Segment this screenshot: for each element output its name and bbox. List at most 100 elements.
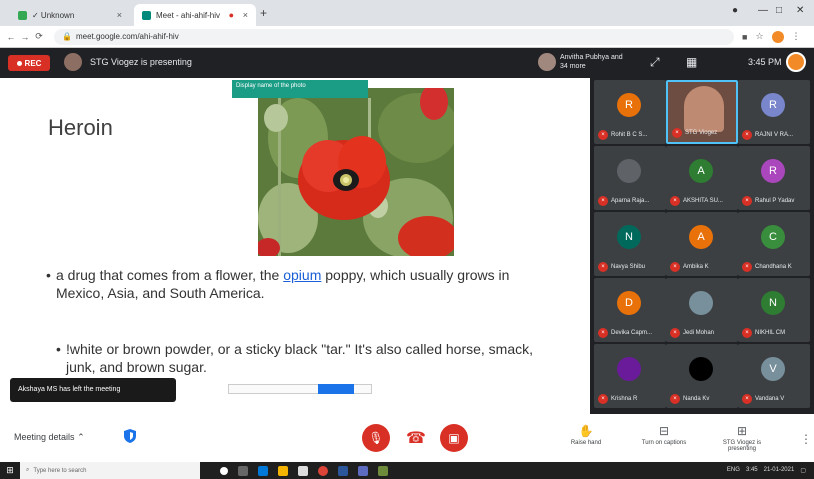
profile-dot-icon[interactable]: ● [732,5,738,16]
forward-icon[interactable]: → [18,32,32,42]
participant-video [684,86,724,132]
close-icon[interactable]: × [243,10,248,20]
participant-avatar [689,291,713,315]
participant-name-row: × NIKHIL CM [742,328,808,338]
participant-tile[interactable]: × Jedi Mohan [666,278,738,342]
mic-muted-icon: × [670,196,680,206]
caption-widget-button [318,384,354,394]
raise-hand-button[interactable]: ✋ Raise hand [556,424,616,446]
store-icon[interactable] [298,465,308,476]
windows-taskbar: ⊞ ⌕ Type here to search ENG 3:45 21-01-2… [0,462,814,479]
participant-name-row: × Ambika K [670,262,736,272]
participant-avatar [617,357,641,381]
participant-name-row: × Krishna R [598,394,664,404]
participant-tile[interactable]: A × Ambika K [666,212,738,276]
mic-muted-icon: × [672,128,682,138]
mic-muted-icon: × [742,130,752,140]
tab-favicon-icon [18,10,27,20]
system-tray: ENG 3:45 21-01-2021 ▢ [726,467,806,474]
presenting-button[interactable]: ⊞ STG Viogez is presenting [712,424,772,452]
participant-name: STG Viogez [685,130,718,136]
window-close-icon[interactable]: ✕ [796,5,804,16]
layout-icon[interactable]: ⤢ [650,55,660,70]
participant-tile[interactable]: R × Rahul P Yadav [738,146,810,210]
participant-name-row: × Vandana V [742,394,808,404]
teams-icon[interactable] [358,465,368,476]
participant-tile[interactable]: × STG Viogez [666,80,738,144]
recording-badge: REC [8,55,50,71]
participant-name: Devika Capm... [611,330,653,336]
browser-tab-1[interactable]: ✓ Unknown × [10,4,130,26]
participants-summary[interactable]: Anvitha Pubhya and 34 more [560,53,630,71]
recording-dot-icon: ● [228,10,235,20]
maximize-icon[interactable]: □ [776,5,782,16]
grid-icon[interactable]: ▦ [686,55,697,69]
participant-tile[interactable]: C × Chandhana K [738,212,810,276]
menu-icon[interactable]: ⋮ [792,31,801,42]
camera-indicator-icon[interactable]: ■ [742,32,747,42]
browser-tab-2[interactable]: Meet - ahi-ahif-hiv ● × [134,4,256,26]
shield-icon[interactable] [124,429,136,443]
chrome-icon[interactable] [318,465,328,476]
camera-off-icon: ▣ [448,431,460,445]
photos-icon[interactable] [378,465,388,476]
participant-avatar: R [761,159,785,183]
bullet-1: • a drug that comes from a flower, the o… [46,267,510,301]
task-view-icon[interactable] [238,465,248,476]
leave-call-button[interactable]: ☎ [402,424,430,452]
notification-icon[interactable]: ▢ [800,467,806,474]
back-icon[interactable]: ← [4,32,18,42]
taskbar-search-input[interactable]: ⌕ Type here to search [20,462,200,479]
participant-name: RAJNI V RA... [755,132,794,138]
participant-avatar [617,159,641,183]
participant-avatar: A [689,159,713,183]
self-avatar[interactable] [786,52,806,72]
participant-name: Navya Shibu [611,264,646,270]
mic-off-button[interactable]: 🎙 [362,424,390,452]
participant-tile[interactable]: R × Rohit B C S... [594,80,666,144]
close-icon[interactable]: × [117,10,122,20]
cortana-icon[interactable] [220,466,228,475]
lock-icon: 🔒 [62,32,72,41]
minimize-icon[interactable]: — [758,5,768,16]
opium-link[interactable]: opium [283,267,321,283]
participant-name: Nanda Kv [683,396,710,402]
presenter-avatar [64,53,82,71]
participant-grid: R × Rohit B C S... × STG Viogez R × RAJNI V RA.… [590,78,814,414]
participant-name: Krishna R [611,396,638,402]
more-options-icon[interactable]: ⋮ [800,432,812,446]
participant-tile[interactable]: A × AKSHITA SU... [666,146,738,210]
meeting-details-button[interactable]: Meeting details ⌃ [14,432,85,443]
word-icon[interactable] [338,465,348,476]
captions-button[interactable]: ⊟ Turn on captions [634,424,694,446]
participant-tile[interactable]: N × Navya Shibu [594,212,666,276]
participant-tile[interactable]: R × RAJNI V RA... [738,80,810,144]
bullet-dot-icon: • [46,267,51,283]
profile-avatar[interactable] [771,30,784,43]
participant-tile[interactable]: N × NIKHIL CM [738,278,810,342]
camera-off-button[interactable]: ▣ [440,424,468,452]
url-input[interactable]: 🔒 meet.google.com/ahi-ahif-hiv [54,28,734,45]
present-screen-icon: ⊞ [736,424,748,438]
participant-avatar: N [617,225,641,249]
participant-name-row: × Rohit B C S... [598,130,664,140]
hang-up-icon: ☎ [406,430,426,447]
participant-tile[interactable]: × Nanda Kv [666,344,738,408]
bullet-2: • !white or brown powder, or a sticky bl… [56,341,534,375]
mic-muted-icon: × [670,262,680,272]
reload-icon[interactable]: ⟳ [32,31,46,42]
participant-tile[interactable]: D × Devika Capm... [594,278,666,342]
mic-muted-icon: × [670,394,680,404]
edge-icon[interactable] [258,465,268,476]
mic-muted-icon: × [598,394,608,404]
participant-tile[interactable]: × Aparna Raja... [594,146,666,210]
participant-tile[interactable]: × Krishna R [594,344,666,408]
captions-icon: ⊟ [658,424,670,438]
file-explorer-icon[interactable] [278,465,288,476]
windows-start-icon[interactable]: ⊞ [0,465,20,476]
participant-tile[interactable]: V × Vandana V [738,344,810,408]
star-icon[interactable]: ☆ [755,31,763,42]
participant-name-row: × STG Viogez [672,128,734,138]
mic-off-icon: 🎙 [368,431,384,445]
new-tab-button[interactable]: + [260,6,267,20]
